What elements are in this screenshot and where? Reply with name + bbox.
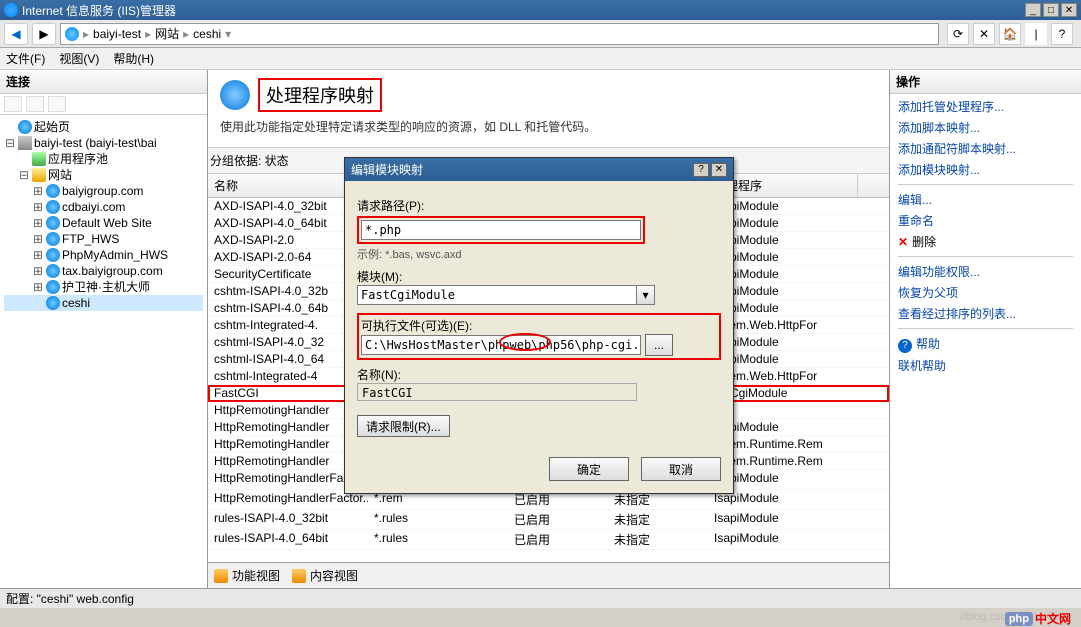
help-icon[interactable]: ? <box>1051 23 1073 45</box>
nav-forward-button[interactable]: ▶ <box>32 23 56 45</box>
handler-mapping-icon <box>220 80 250 110</box>
exec-label: 可执行文件(可选)(E): <box>361 317 717 334</box>
grid-row[interactable]: rules-ISAPI-4.0_32bit*.rules已启用未指定IsapiM… <box>208 510 889 530</box>
connections-toolbar <box>0 94 207 115</box>
view-tabs: 功能视图 内容视图 <box>208 562 889 588</box>
ok-button[interactable]: 确定 <box>549 457 629 481</box>
tree-site-item[interactable]: ⊞PhpMyAdmin_HWS <box>4 247 203 263</box>
breadcrumb-part[interactable]: 网站 <box>155 25 179 42</box>
globe-icon <box>65 27 79 41</box>
page-title: 处理程序映射 <box>258 78 382 112</box>
grid-row[interactable]: rules-ISAPI-4.0_64bit*.rules已启用未指定IsapiM… <box>208 530 889 550</box>
save-icon[interactable] <box>26 96 44 112</box>
action-sorted[interactable]: 查看经过排序的列表... <box>898 305 1073 322</box>
nav-back-button[interactable]: ◀ <box>4 23 28 45</box>
tree-site-item[interactable]: ⊞tax.baiyigroup.com <box>4 263 203 279</box>
path-label: 请求路径(P): <box>357 197 721 214</box>
dialog-help-button[interactable]: ? <box>693 163 709 177</box>
action-help[interactable]: 帮助 <box>898 335 1073 353</box>
site-icon <box>46 184 60 198</box>
tree-site-item[interactable]: ⊞护卫神·主机大师 <box>4 279 203 295</box>
site-icon <box>46 200 60 214</box>
action-add-managed[interactable]: 添加托管处理程序... <box>898 98 1073 115</box>
action-add-wildcard[interactable]: 添加通配符脚本映射... <box>898 140 1073 157</box>
sites-icon <box>32 168 46 182</box>
nav-bar: ◀ ▶ ▸ baiyi-test ▸ 网站 ▸ ceshi ▾ ⟳ ✕ 🏠 | … <box>0 20 1081 48</box>
actions-panel: 操作 添加托管处理程序... 添加脚本映射... 添加通配符脚本映射... 添加… <box>889 70 1081 588</box>
name-label: 名称(N): <box>357 366 721 383</box>
connections-panel: 连接 起始页 ⊟baiyi-test (baiyi-test\bai 应用程序池… <box>0 70 208 588</box>
site-icon <box>46 248 60 262</box>
content-icon <box>292 569 306 583</box>
connect-icon[interactable] <box>4 96 22 112</box>
start-page-icon <box>18 120 32 134</box>
site-icon <box>46 280 60 294</box>
action-edit-perm[interactable]: 编辑功能权限... <box>898 263 1073 280</box>
menu-file[interactable]: 文件(F) <box>6 50 45 67</box>
features-view-tab[interactable]: 功能视图 <box>214 567 280 584</box>
stop-icon[interactable]: ✕ <box>973 23 995 45</box>
window-title: Internet 信息服务 (IIS)管理器 <box>22 2 176 19</box>
breadcrumb-part[interactable]: ceshi <box>193 27 221 41</box>
actions-header: 操作 <box>890 70 1081 94</box>
breadcrumb[interactable]: ▸ baiyi-test ▸ 网站 ▸ ceshi ▾ <box>60 23 939 45</box>
dialog-title: 编辑模块映射 <box>351 161 423 178</box>
window-controls: _ □ ✕ <box>1025 3 1077 17</box>
maximize-button[interactable]: □ <box>1043 3 1059 17</box>
request-restrictions-button[interactable]: 请求限制(R)... <box>357 415 450 437</box>
dialog-titlebar: 编辑模块映射 ? ✕ <box>345 158 733 181</box>
exec-input[interactable] <box>361 335 641 355</box>
menu-bar: 文件(F) 视图(V) 帮助(H) <box>0 48 1081 70</box>
action-revert[interactable]: 恢复为父项 <box>898 284 1073 301</box>
site-icon <box>46 232 60 246</box>
apppool-icon <box>32 152 46 166</box>
window-titlebar: Internet 信息服务 (IIS)管理器 _ □ ✕ <box>0 0 1081 20</box>
action-add-script[interactable]: 添加脚本映射... <box>898 119 1073 136</box>
tree-site-item[interactable]: ⊞Default Web Site <box>4 215 203 231</box>
cancel-button[interactable]: 取消 <box>641 457 721 481</box>
site-icon <box>46 264 60 278</box>
edit-module-mapping-dialog: 编辑模块映射 ? ✕ 请求路径(P): 示例: *.bas, wsvc.axd … <box>344 157 734 494</box>
content-view-tab[interactable]: 内容视图 <box>292 567 358 584</box>
app-icon <box>4 3 18 17</box>
breadcrumb-part[interactable]: baiyi-test <box>93 27 141 41</box>
action-edit[interactable]: 编辑... <box>898 191 1073 208</box>
server-icon <box>18 136 32 150</box>
dropdown-icon[interactable]: ▾ <box>637 285 655 305</box>
site-icon <box>46 216 60 230</box>
connections-header: 连接 <box>0 70 207 94</box>
path-input[interactable] <box>361 220 641 240</box>
close-button[interactable]: ✕ <box>1061 3 1077 17</box>
features-icon <box>214 569 228 583</box>
tree-site-item[interactable]: ⊞FTP_HWS <box>4 231 203 247</box>
name-readonly: FastCGI <box>357 383 637 401</box>
tree-site-item[interactable]: ⊞baiyigroup.com <box>4 183 203 199</box>
action-rename[interactable]: 重命名 <box>898 212 1073 229</box>
dialog-close-button[interactable]: ✕ <box>711 163 727 177</box>
status-text: 配置: "ceshi" web.config <box>6 590 134 607</box>
action-delete[interactable]: 删除 <box>898 233 1073 250</box>
minimize-button[interactable]: _ <box>1025 3 1041 17</box>
path-hint: 示例: *.bas, wsvc.axd <box>357 246 721 262</box>
refresh-icon[interactable]: ⟳ <box>947 23 969 45</box>
tree-site-item[interactable]: ceshi <box>4 295 203 311</box>
tree-site-item[interactable]: ⊞cdbaiyi.com <box>4 199 203 215</box>
php-cn-logo: php中文网 <box>1005 610 1071 627</box>
status-bar: 配置: "ceshi" web.config <box>0 588 1081 608</box>
page-description: 使用此功能指定处理特定请求类型的响应的资源，如 DLL 和托管代码。 <box>220 118 877 135</box>
nav-tools: ⟳ ✕ 🏠 | ? <box>943 23 1077 45</box>
connections-tree[interactable]: 起始页 ⊟baiyi-test (baiyi-test\bai 应用程序池 ⊟网… <box>0 115 207 588</box>
menu-help[interactable]: 帮助(H) <box>113 50 154 67</box>
browse-button[interactable]: ... <box>645 334 673 356</box>
home-icon[interactable]: 🏠 <box>999 23 1021 45</box>
module-select[interactable] <box>357 285 637 305</box>
action-add-module[interactable]: 添加模块映射... <box>898 161 1073 178</box>
delete-icon[interactable] <box>48 96 66 112</box>
action-online-help[interactable]: 联机帮助 <box>898 357 1073 374</box>
menu-view[interactable]: 视图(V) <box>59 50 99 67</box>
module-label: 模块(M): <box>357 268 721 285</box>
site-icon <box>46 296 60 310</box>
